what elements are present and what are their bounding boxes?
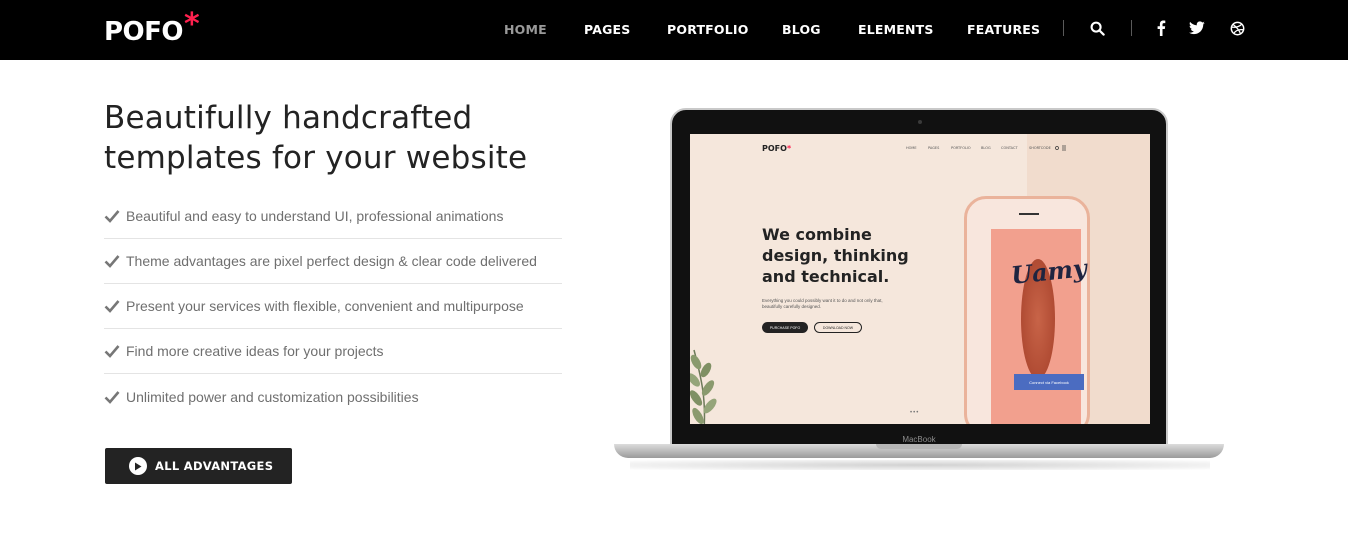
check-icon xyxy=(104,345,120,358)
device-label: MacBook xyxy=(902,435,936,444)
mockup-headline-line: We combine xyxy=(762,225,872,244)
mockup-facebook-button: Connect via Facebook xyxy=(1014,374,1084,390)
mockup-headline: We combine design, thinking and technica… xyxy=(762,224,932,287)
mockup-download-button: DOWNLOAD NOW xyxy=(814,322,862,333)
check-icon xyxy=(104,255,120,268)
feature-text: Unlimited power and customization possib… xyxy=(126,388,419,405)
feature-text: Theme advantages are pixel perfect desig… xyxy=(126,253,537,269)
laptop-screen: POFO* HOME PAGES PORTFOLIO BLOG CONTACT … xyxy=(690,134,1150,424)
mockup-logo-text: POFO xyxy=(762,144,787,153)
feature-item: Unlimited power and customization possib… xyxy=(104,374,562,419)
menu-pages[interactable]: PAGES xyxy=(584,22,631,37)
all-advantages-label: ALL ADVANTAGES xyxy=(155,459,274,473)
feature-item: Present your services with flexible, con… xyxy=(104,284,562,329)
menu-portfolio[interactable]: PORTFOLIO xyxy=(667,22,749,37)
feature-item: Find more creative ideas for your projec… xyxy=(104,329,562,374)
phone-speaker xyxy=(1019,213,1039,215)
hero-headline: Beautifully handcrafted templates for yo… xyxy=(104,98,574,178)
check-icon xyxy=(104,210,120,223)
logo-star: * xyxy=(184,7,200,42)
nav-divider xyxy=(1063,20,1064,36)
mockup-menu-item: HOME xyxy=(906,146,917,150)
menu-home[interactable]: HOME xyxy=(504,22,547,37)
camera-dot xyxy=(918,120,922,124)
plant-image xyxy=(690,349,717,424)
laptop-shadow xyxy=(630,460,1210,470)
mockup-headline-line: design, thinking xyxy=(762,246,909,265)
mockup-purchase-button: PURCHASE POFO xyxy=(762,322,808,333)
slider-dots: ••• xyxy=(910,410,920,416)
feature-text: Present your services with flexible, con… xyxy=(126,298,524,314)
hero-headline-line1: Beautifully handcrafted xyxy=(104,100,473,136)
feature-item: Beautiful and easy to understand UI, pro… xyxy=(104,194,562,239)
mockup-facebook-label: Connect via Facebook xyxy=(1029,379,1069,385)
mockup-menu-icons xyxy=(1055,145,1066,151)
mockup-menu-item: PAGES xyxy=(928,146,940,150)
hero-headline-line2: templates for your website xyxy=(104,140,528,176)
navbar: POFO* HOME PAGES PORTFOLIO BLOG ELEMENTS… xyxy=(0,0,1348,60)
all-advantages-button[interactable]: ALL ADVANTAGES xyxy=(105,448,292,484)
menu-elements[interactable]: ELEMENTS xyxy=(858,22,934,37)
feature-text: Beautiful and easy to understand UI, pro… xyxy=(126,208,504,224)
mockup-menu-item: CONTACT xyxy=(1001,146,1018,150)
laptop-base xyxy=(614,444,1224,458)
check-icon xyxy=(104,390,120,404)
mockup-menu-item: BLOG xyxy=(981,146,991,150)
nav-divider xyxy=(1131,20,1132,36)
laptop-notch xyxy=(876,444,962,449)
laptop-mockup: POFO* HOME PAGES PORTFOLIO BLOG CONTACT … xyxy=(600,104,1240,474)
mockup-logo-star: * xyxy=(786,144,792,153)
logo[interactable]: POFO* xyxy=(104,8,200,49)
twitter-icon[interactable] xyxy=(1188,19,1206,37)
mockup-menu-item: SHORTCODE xyxy=(1029,146,1051,150)
logo-text: POFO xyxy=(104,17,184,47)
laptop-lid: POFO* HOME PAGES PORTFOLIO BLOG CONTACT … xyxy=(670,108,1168,448)
mockup-logo: POFO* xyxy=(762,144,791,153)
mockup-menu-item: PORTFOLIO xyxy=(951,146,971,150)
search-icon[interactable] xyxy=(1088,19,1106,37)
feature-list: Beautiful and easy to understand UI, pro… xyxy=(104,194,562,419)
dribbble-icon[interactable] xyxy=(1228,19,1246,37)
facebook-icon[interactable] xyxy=(1152,19,1170,37)
feature-item: Theme advantages are pixel perfect desig… xyxy=(104,239,562,284)
check-icon xyxy=(104,300,120,313)
mockup-headline-line: and technical. xyxy=(762,267,890,286)
menu-features[interactable]: FEATURES xyxy=(967,22,1040,37)
play-icon xyxy=(129,457,147,475)
feature-text: Find more creative ideas for your projec… xyxy=(126,343,384,359)
menu-blog[interactable]: BLOG xyxy=(782,22,821,37)
mockup-subtext: Everything you could possibly want it to… xyxy=(762,298,883,309)
